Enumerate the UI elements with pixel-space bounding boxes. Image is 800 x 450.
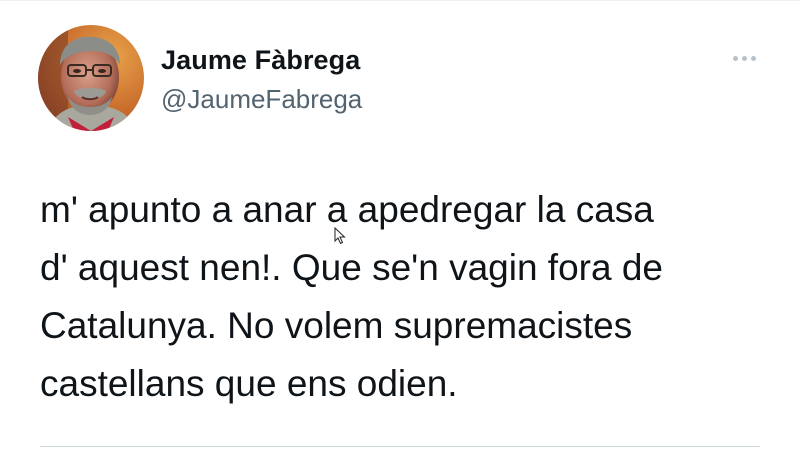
bottom-divider [40,446,760,447]
ellipsis-dot [750,55,756,61]
mouse-pointer-icon [334,227,346,245]
author-handle[interactable]: @JaumeFabrega [161,84,362,115]
tweet-line: d' aquest nen!. Que se'n vagin fora de [40,247,664,288]
tweet-line: castellans que ens odien. [40,363,458,404]
tweet-line: Catalunya. No volem supremacistes [40,305,633,346]
author-display-name[interactable]: Jaume Fàbrega [161,45,360,76]
ellipsis-horizontal-icon [732,55,738,61]
tweet-line: m' apunto a anar a apedregar la casa [40,189,654,230]
more-options-button[interactable] [726,46,762,70]
ellipsis-dot [741,55,747,61]
top-divider [0,0,800,1]
tweet-text: m' apunto a anar a apedregar la casa d' … [40,181,770,413]
tweet-card: Jaume Fàbrega @JaumeFabrega m' apunto a … [0,0,800,450]
avatar[interactable] [38,25,144,131]
profile-photo-icon [38,25,144,131]
